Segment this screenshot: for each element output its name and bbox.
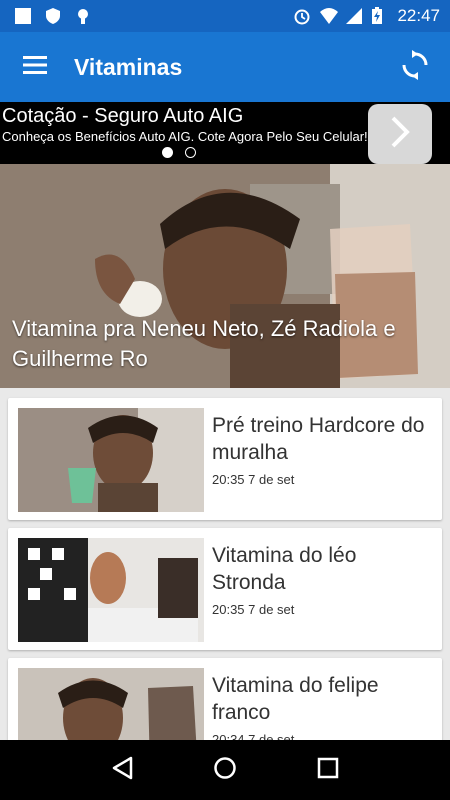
video-date: 20:34 7 de set (212, 732, 295, 740)
video-card[interactable]: Pré treino Hardcore do muralha 20:35 7 d… (8, 398, 442, 520)
ad-page-dot-active (162, 147, 173, 158)
ad-banner[interactable]: Cotação - Seguro Auto AIG Conheça os Ben… (0, 102, 450, 164)
video-title: Vitamina do felipe franco (212, 674, 379, 724)
system-navigation-bar (0, 740, 450, 800)
video-thumbnail (18, 408, 204, 512)
refresh-button[interactable] (380, 32, 450, 102)
home-button[interactable] (205, 750, 245, 790)
video-thumbnail (18, 538, 204, 642)
video-thumbnail (18, 668, 204, 740)
menu-button[interactable] (0, 32, 70, 102)
featured-video-title: Vitamina pra Neneu Neto, Zé Radiola e Gu… (12, 316, 396, 371)
home-icon (213, 756, 237, 785)
video-title: Pré treino Hardcore do muralha (212, 414, 425, 464)
battery-charging-icon (371, 7, 389, 25)
hamburger-menu-icon (23, 55, 47, 79)
app-bar: Vitaminas (0, 32, 450, 102)
ad-next-button[interactable] (368, 104, 432, 164)
refresh-icon (400, 49, 430, 85)
video-card[interactable]: Vitamina do felipe franco 20:34 7 de set (8, 658, 442, 740)
status-bar: 22:47 (0, 0, 450, 32)
chevron-right-icon (389, 115, 411, 154)
android-icon (74, 7, 92, 25)
shield-icon (44, 7, 62, 25)
notification-square-icon (14, 7, 32, 25)
ad-page-indicator (162, 147, 196, 158)
ad-title[interactable]: Cotação - Seguro Auto AIG (2, 105, 243, 128)
video-date: 20:35 7 de set (212, 472, 295, 487)
clock-time: 22:47 (397, 6, 440, 25)
recents-icon (317, 757, 339, 784)
ad-page-dot (185, 147, 196, 158)
video-title: Vitamina do léo Stronda (212, 544, 357, 594)
video-card[interactable]: Vitamina do léo Stronda 20:35 7 de set (8, 528, 442, 650)
back-button[interactable] (102, 750, 142, 790)
back-icon (111, 756, 133, 785)
alarm-icon (293, 7, 311, 25)
page-title: Vitaminas (74, 53, 183, 80)
wifi-icon (319, 7, 339, 25)
signal-icon (345, 7, 363, 25)
featured-video[interactable]: Vitamina pra Neneu Neto, Zé Radiola e Gu… (0, 164, 450, 388)
ad-subtitle: Conheça os Benefícios Auto AIG. Cote Ago… (2, 129, 368, 144)
video-date: 20:35 7 de set (212, 602, 295, 617)
recents-button[interactable] (308, 750, 348, 790)
video-list: Pré treino Hardcore do muralha 20:35 7 d… (0, 388, 450, 740)
